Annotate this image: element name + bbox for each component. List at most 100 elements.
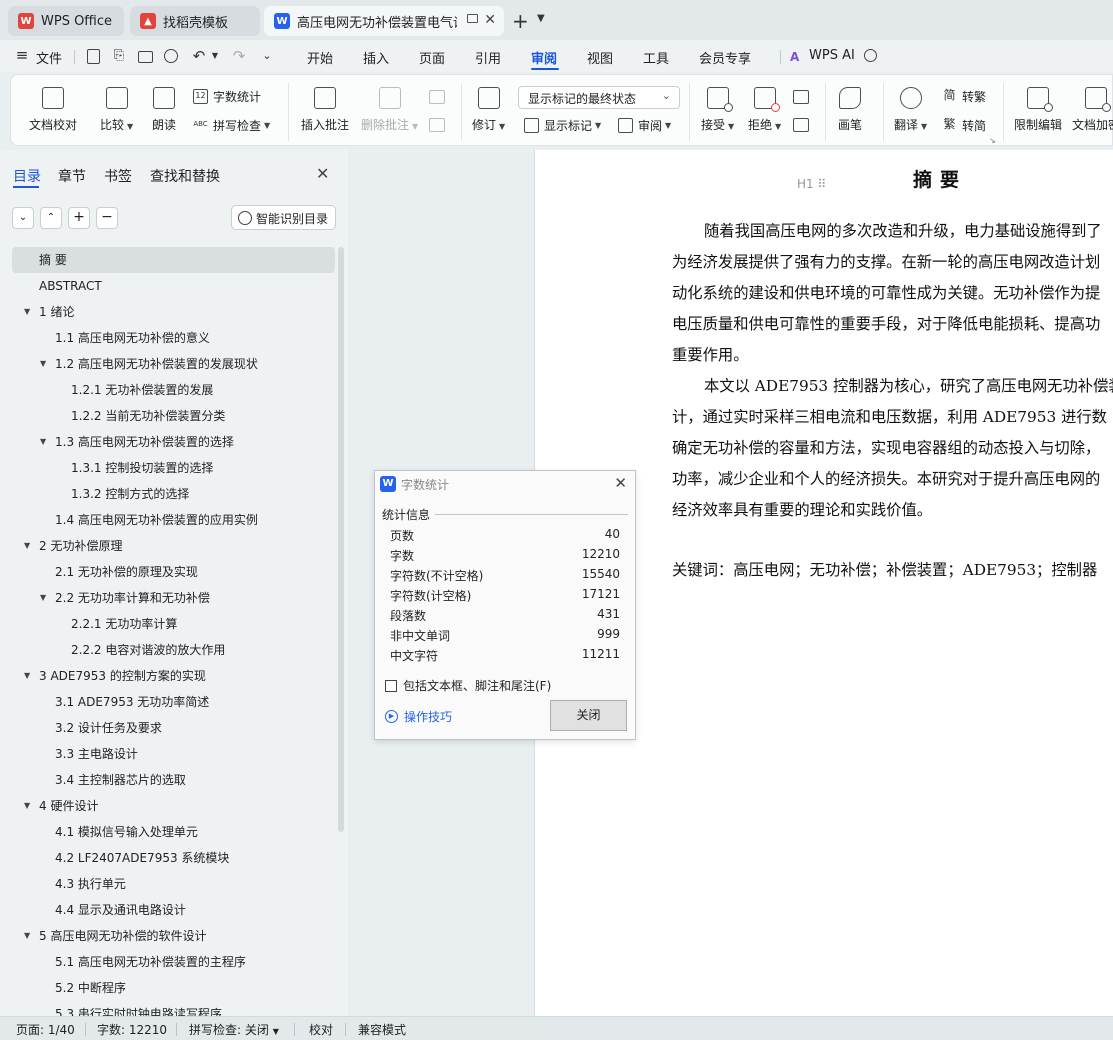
- toc-item[interactable]: 3.4 主控制器芯片的选取: [12, 767, 335, 793]
- panel-tab-toc[interactable]: 目录: [13, 166, 41, 186]
- toc-item[interactable]: ▼ 1 绪论: [12, 299, 335, 325]
- expand-toggle-icon[interactable]: ▼: [24, 923, 30, 949]
- status-page[interactable]: 页面: 1/40: [16, 1021, 75, 1038]
- panel-tab-find-replace[interactable]: 查找和替换: [150, 166, 220, 186]
- to-simplified-button[interactable]: 繁 转简: [942, 117, 986, 134]
- toc-item[interactable]: 2.2.2 电容对谐波的放大作用: [12, 637, 335, 663]
- next-comment-icon[interactable]: [429, 118, 445, 132]
- doc-encrypt-button[interactable]: 文档加密: [1072, 87, 1113, 133]
- status-word-count[interactable]: 字数: 12210: [97, 1021, 167, 1038]
- tab-current-document[interactable]: W 高压电网无功补偿装置电气设计 ✕: [264, 6, 504, 36]
- toc-item[interactable]: ▼ 2.2 无功功率计算和无功补偿: [12, 585, 335, 611]
- close-tab-icon[interactable]: ✕: [484, 12, 496, 28]
- toc-item[interactable]: ▼ 2 无功补偿原理: [12, 533, 335, 559]
- menu-home[interactable]: 开始: [307, 48, 333, 67]
- toc-item[interactable]: 2.1 无功补偿的原理及实现: [12, 559, 335, 585]
- collapse-up-button[interactable]: ⌃: [40, 207, 62, 229]
- toc-item[interactable]: 4.2 LF2407ADE7953 系统模块: [12, 845, 335, 871]
- pen-button[interactable]: 画笔: [838, 87, 862, 133]
- search-icon[interactable]: [864, 49, 877, 62]
- read-aloud-button[interactable]: 朗读: [152, 87, 176, 133]
- more-chevron-icon[interactable]: ⌄: [259, 48, 275, 64]
- toc-item[interactable]: ▼ 5 高压电网无功补偿的软件设计: [12, 923, 335, 949]
- panel-scrollbar[interactable]: [338, 247, 344, 832]
- tips-link[interactable]: ▶ 操作技巧: [385, 708, 452, 725]
- menu-tools[interactable]: 工具: [643, 48, 669, 67]
- menu-references[interactable]: 引用: [475, 48, 501, 67]
- reject-button[interactable]: 拒绝 ▼: [748, 87, 781, 133]
- toc-item[interactable]: 4.4 显示及通讯电路设计: [12, 897, 335, 923]
- toc-item[interactable]: 3.3 主电路设计: [12, 741, 335, 767]
- compare-button[interactable]: 比较 ▼: [100, 87, 133, 133]
- toc-item[interactable]: 3.1 ADE7953 无功功率简述: [12, 689, 335, 715]
- toc-item[interactable]: ▼ 4 硬件设计: [12, 793, 335, 819]
- new-tab-plus-icon[interactable]: +: [512, 9, 529, 33]
- toc-item[interactable]: 1.2.1 无功补偿装置的发展: [12, 377, 335, 403]
- translate-button[interactable]: 翻译 ▼: [894, 87, 927, 133]
- toc-item[interactable]: 3.2 设计任务及要求: [12, 715, 335, 741]
- expand-toggle-icon[interactable]: ▼: [24, 663, 30, 689]
- monitor-icon[interactable]: [467, 14, 478, 23]
- toc-item[interactable]: 1.4 高压电网无功补偿装置的应用实例: [12, 507, 335, 533]
- heading-level-hint[interactable]: H1 ⠿: [797, 177, 826, 191]
- restrict-editing-button[interactable]: 限制编辑: [1014, 87, 1062, 133]
- menu-member[interactable]: 会员专享: [699, 48, 751, 67]
- toc-item[interactable]: 1.3.1 控制投切装置的选择: [12, 455, 335, 481]
- toc-item[interactable]: 4.3 执行单元: [12, 871, 335, 897]
- checkbox-box[interactable]: [385, 679, 397, 692]
- toc-item[interactable]: 5.1 高压电网无功补偿装置的主程序: [12, 949, 335, 975]
- word-count-button[interactable]: 12 字数统计: [193, 88, 261, 105]
- to-traditional-button[interactable]: 简 转繁: [942, 88, 986, 105]
- panel-tab-sections[interactable]: 章节: [58, 166, 86, 186]
- show-markup-button[interactable]: 显示标记 ▼: [524, 117, 601, 134]
- previous-comment-icon[interactable]: [429, 90, 445, 104]
- expand-toggle-icon[interactable]: ▼: [40, 429, 46, 455]
- chevron-down-icon[interactable]: ▼: [207, 48, 223, 64]
- export-pdf-icon[interactable]: ⎘: [111, 48, 127, 64]
- doc-check-button[interactable]: 文档校对: [29, 87, 77, 133]
- delete-comment-button[interactable]: 删除批注 ▼: [361, 87, 418, 133]
- toc-item[interactable]: 1.2.2 当前无功补偿装置分类: [12, 403, 335, 429]
- review-pane-button[interactable]: 审阅 ▼: [618, 117, 671, 134]
- menu-page[interactable]: 页面: [419, 48, 445, 67]
- panel-tab-bookmarks[interactable]: 书签: [104, 166, 132, 186]
- tab-wps-office[interactable]: W WPS Office: [8, 6, 124, 36]
- expand-toggle-icon[interactable]: ▼: [40, 351, 46, 377]
- print-icon[interactable]: [138, 51, 153, 63]
- remove-heading-button[interactable]: −: [96, 207, 118, 229]
- expand-toggle-icon[interactable]: ▼: [40, 585, 46, 611]
- menu-view[interactable]: 视图: [587, 48, 613, 67]
- toc-item[interactable]: ▼ 3 ADE7953 的控制方案的实现: [12, 663, 335, 689]
- menu-insert[interactable]: 插入: [363, 48, 389, 67]
- expand-toggle-icon[interactable]: ▼: [24, 299, 30, 325]
- dialog-close-icon[interactable]: ✕: [614, 474, 627, 492]
- toc-item[interactable]: 4.1 模拟信号输入处理单元: [12, 819, 335, 845]
- toc-item[interactable]: ▼ 1.3 高压电网无功补偿装置的选择: [12, 429, 335, 455]
- expand-toggle-icon[interactable]: ▼: [24, 793, 30, 819]
- tab-docer-templates[interactable]: ▲ 找稻壳模板: [130, 6, 260, 36]
- dialog-close-button[interactable]: 关闭: [550, 700, 627, 731]
- menu-file[interactable]: 文件: [36, 48, 62, 67]
- expand-toggle-icon[interactable]: ▼: [24, 533, 30, 559]
- toc-item[interactable]: 2.2.1 无功功率计算: [12, 611, 335, 637]
- chevron-down-icon[interactable]: ▼: [537, 13, 545, 24]
- status-spell-check[interactable]: 拼写检查: 关闭 ▼: [189, 1021, 279, 1038]
- menu-wps-ai[interactable]: WPS AI: [809, 48, 855, 63]
- print-preview-icon[interactable]: [164, 49, 178, 63]
- undo-icon[interactable]: ↶: [191, 48, 207, 64]
- collapse-down-button[interactable]: ⌄: [12, 207, 34, 229]
- ribbon-expand-icon[interactable]: ↘: [989, 136, 996, 145]
- add-heading-button[interactable]: +: [68, 207, 90, 229]
- close-panel-icon[interactable]: ✕: [316, 164, 329, 183]
- track-changes-button[interactable]: 修订 ▼: [472, 87, 505, 133]
- smart-toc-button[interactable]: 智能识别目录: [231, 205, 336, 230]
- toc-item[interactable]: 5.2 中断程序: [12, 975, 335, 1001]
- toc-item[interactable]: 摘 要: [12, 247, 335, 273]
- insert-comment-button[interactable]: 插入批注: [301, 87, 349, 133]
- accept-button[interactable]: 接受 ▼: [701, 87, 734, 133]
- menu-review[interactable]: 审阅: [531, 48, 557, 67]
- hamburger-menu-icon[interactable]: ≡: [14, 47, 30, 63]
- toc-item[interactable]: ▼ 1.2 高压电网无功补偿装置的发展现状: [12, 351, 335, 377]
- toc-item[interactable]: 1.3.2 控制方式的选择: [12, 481, 335, 507]
- toc-item[interactable]: ABSTRACT: [12, 273, 335, 299]
